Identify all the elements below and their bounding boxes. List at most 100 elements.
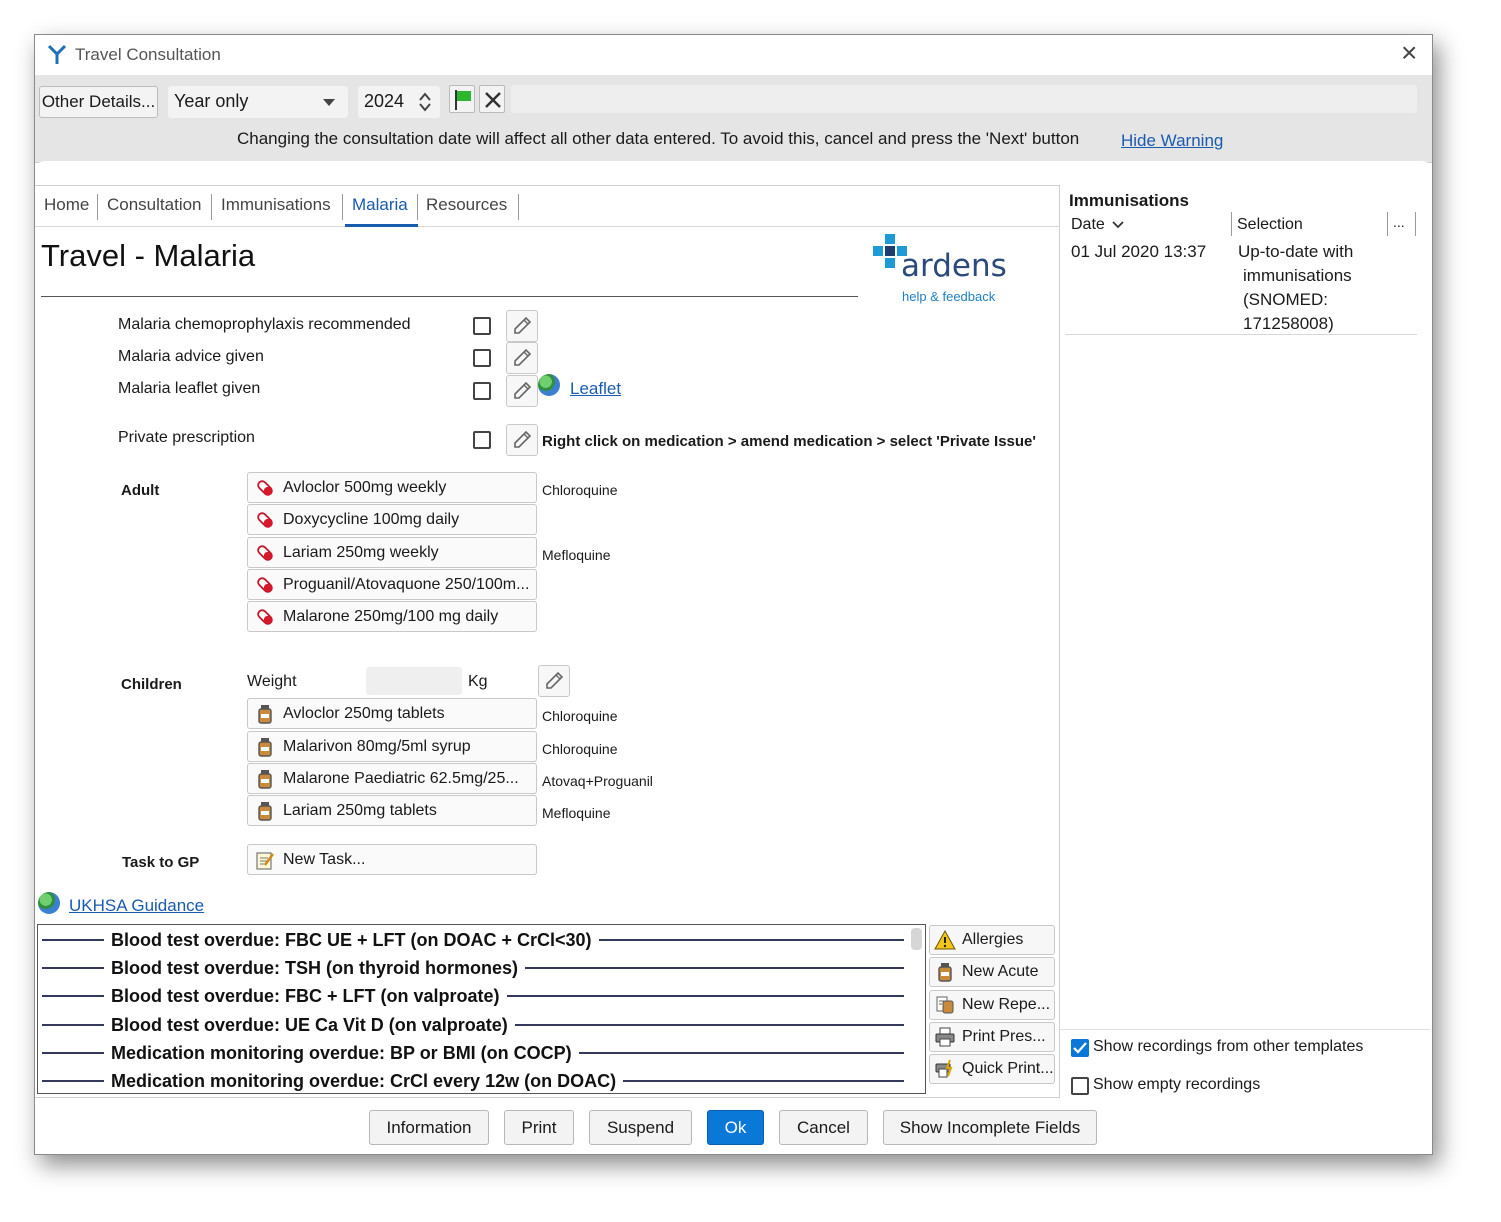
pill-icon [257, 511, 273, 528]
chevron-down-icon [323, 99, 335, 106]
new-repeat-button[interactable]: New Repe... [929, 990, 1055, 1020]
private-issue-instruction: Right click on medication > amend medica… [542, 433, 1036, 450]
medication-button[interactable]: Proguanil/Atovaquone 250/100m... [247, 569, 537, 600]
alert-line [506, 995, 904, 997]
tab-separator [518, 194, 519, 220]
medication-button[interactable]: Avloclor 500mg weekly [247, 472, 537, 503]
private-prescription-checkbox[interactable] [473, 431, 491, 449]
allergies-label: Allergies [962, 931, 1024, 948]
tab-immunisations[interactable]: Immunisations [221, 184, 331, 226]
date-toolbar: Other Details... Year only 2024 Changing… [35, 75, 1432, 163]
medication-name: Malarone Paediatric 62.5mg/25... [283, 769, 519, 787]
pill-icon [257, 544, 273, 561]
edit-button[interactable] [506, 342, 538, 374]
new-acute-button[interactable]: New Acute [929, 957, 1055, 987]
suspend-button[interactable]: Suspend [589, 1110, 692, 1145]
medication-button[interactable]: Malarone 250mg/100 mg daily [247, 601, 537, 632]
show-other-templates-checkbox[interactable] [1071, 1039, 1089, 1057]
leaflet-checkbox[interactable] [473, 382, 491, 400]
weight-input[interactable] [366, 667, 462, 695]
page-title: Travel - Malaria [41, 238, 256, 273]
information-button[interactable]: Information [369, 1110, 489, 1145]
medication-button[interactable]: Malarivon 80mg/5ml syrup [247, 731, 537, 762]
ok-button[interactable]: Ok [707, 1110, 764, 1145]
immunisation-date: 01 Jul 2020 13:37 [1071, 242, 1207, 261]
medication-button[interactable]: Malarone Paediatric 62.5mg/25... [247, 763, 537, 794]
help-feedback-link[interactable]: help & feedback [902, 289, 995, 304]
medication-name: Lariam 250mg tablets [283, 801, 437, 819]
new-task-button[interactable]: New Task... [247, 844, 537, 875]
medication-name: Doxycycline 100mg daily [283, 510, 460, 528]
medication-button[interactable]: Lariam 250mg weekly [247, 537, 537, 568]
children-label: Children [121, 676, 182, 693]
bottle-icon [258, 769, 272, 789]
alert-row: Blood test overdue: FBC UE + LFT (on DOA… [42, 926, 904, 954]
column-options-button[interactable]: ... [1393, 214, 1405, 230]
clear-date-button[interactable] [479, 85, 505, 113]
leaflet-link[interactable]: Leaflet [570, 379, 621, 399]
print-prescription-button[interactable]: Print Pres... [929, 1022, 1055, 1052]
edit-button[interactable] [538, 665, 570, 697]
edit-button[interactable] [506, 375, 538, 407]
show-incomplete-fields-button[interactable]: Show Incomplete Fields [883, 1110, 1097, 1145]
alert-line [598, 939, 904, 941]
alerts-scrollbar[interactable] [911, 928, 922, 950]
tab-malaria[interactable]: Malaria [352, 184, 408, 226]
chemoprophylaxis-label: Malaria chemoprophylaxis recommended [118, 316, 411, 333]
date-mode-select[interactable]: Year only [168, 86, 348, 118]
show-other-templates-label: Show recordings from other templates [1093, 1038, 1364, 1055]
flag-button[interactable] [449, 85, 475, 113]
column-header-selection[interactable]: Selection [1237, 216, 1303, 234]
tab-home[interactable]: Home [44, 184, 89, 226]
adult-label: Adult [121, 482, 160, 499]
medication-note: Chloroquine [542, 741, 618, 757]
title-bar: Travel Consultation × [35, 35, 1432, 75]
medication-button[interactable]: Lariam 250mg tablets [247, 795, 537, 826]
medication-button[interactable]: Doxycycline 100mg daily [247, 504, 537, 535]
medication-note: Mefloquine [542, 805, 611, 821]
immunisation-selection-line: immunisations [1243, 266, 1352, 285]
advice-checkbox[interactable] [473, 349, 491, 367]
print-button[interactable]: Print [504, 1110, 574, 1145]
cancel-button[interactable]: Cancel [779, 1110, 868, 1145]
show-empty-recordings-checkbox[interactable] [1071, 1077, 1089, 1095]
printer-icon [935, 1027, 955, 1047]
ardens-logo-text: ardens [901, 248, 1007, 284]
alert-row: Medication monitoring overdue: BP or BMI… [42, 1039, 904, 1067]
year-stepper[interactable]: 2024 [358, 86, 440, 118]
allergies-button[interactable]: Allergies [929, 925, 1055, 955]
alert-row: Blood test overdue: UE Ca Vit D (on valp… [42, 1011, 904, 1039]
edit-button[interactable] [506, 424, 538, 456]
medication-name: Malarivon 80mg/5ml syrup [283, 737, 471, 755]
column-header-date[interactable]: Date [1071, 216, 1105, 234]
repeat-prescription-icon [936, 996, 954, 1014]
alert-line [42, 1024, 104, 1026]
task-note-icon [256, 851, 274, 870]
ardens-logo[interactable]: ardens help & feedback [871, 232, 1011, 307]
new-repeat-label: New Repe... [962, 996, 1051, 1013]
alert-text: Blood test overdue: FBC UE + LFT (on DOA… [111, 929, 592, 950]
pill-icon [257, 608, 273, 625]
quick-print-label: Quick Print... [962, 1060, 1054, 1077]
hide-warning-link[interactable]: Hide Warning [1121, 131, 1223, 151]
ukhsa-guidance-link[interactable]: UKHSA Guidance [69, 896, 204, 916]
stepper-arrows-icon[interactable] [419, 92, 431, 112]
window-title: Travel Consultation [75, 45, 221, 64]
edit-button[interactable] [506, 310, 538, 342]
advice-label: Malaria advice given [118, 348, 264, 365]
quick-print-icon [935, 1059, 953, 1078]
medication-button[interactable]: Avloclor 250mg tablets [247, 698, 537, 729]
alert-line [578, 1052, 904, 1054]
other-details-button[interactable]: Other Details... [39, 86, 158, 118]
tab-resources[interactable]: Resources [426, 184, 507, 226]
tab-consultation[interactable]: Consultation [107, 184, 202, 226]
print-prescription-label: Print Pres... [962, 1028, 1046, 1045]
medication-note: Chloroquine [542, 482, 618, 498]
alert-text: Medication monitoring overdue: CrCl ever… [111, 1070, 617, 1091]
quick-print-button[interactable]: Quick Print... [929, 1054, 1055, 1084]
new-task-label: New Task... [283, 850, 366, 868]
chemoprophylaxis-checkbox[interactable] [473, 317, 491, 335]
close-icon[interactable]: × [1401, 38, 1417, 68]
pencil-icon [514, 430, 532, 448]
title-divider [41, 296, 858, 297]
